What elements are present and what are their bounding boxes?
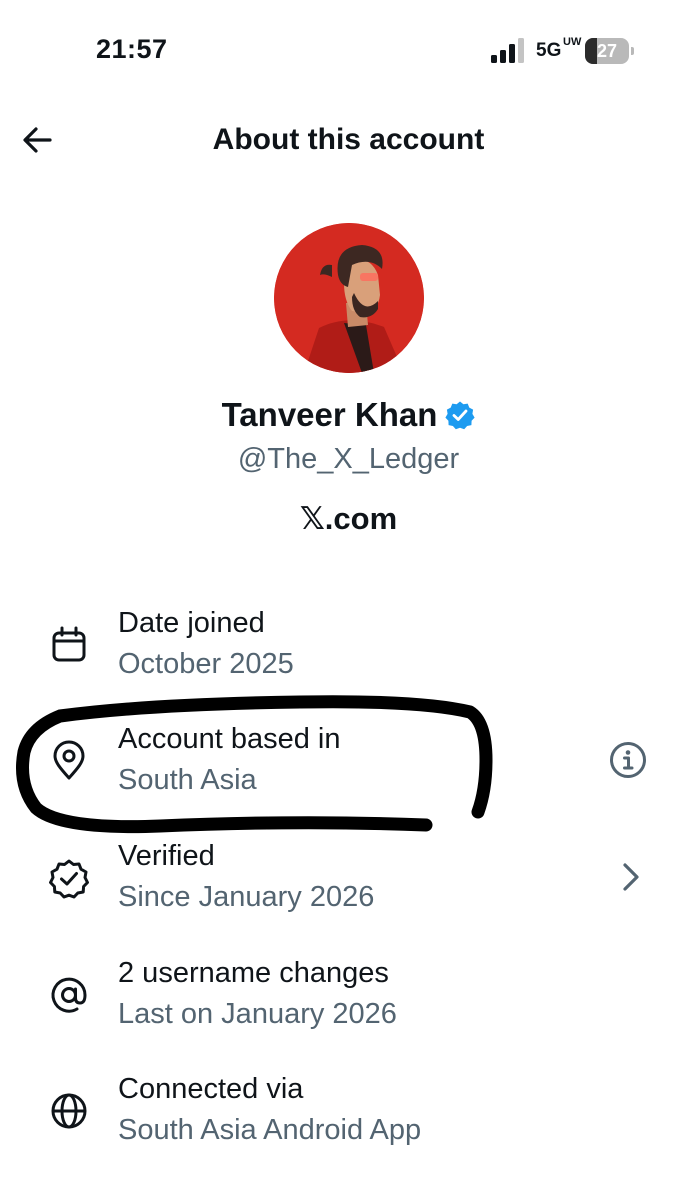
info-row-connected-via: Connected via South Asia Android App <box>0 1066 697 1166</box>
info-row-username-changes: 2 username changes Last on January 2026 <box>0 950 697 1050</box>
status-time: 21:57 <box>96 34 168 64</box>
info-row-value: October 2025 <box>118 648 294 680</box>
location-pin-icon <box>53 740 85 780</box>
info-row-title: Account based in <box>118 723 341 755</box>
info-row-value: South Asia <box>118 764 257 796</box>
status-bar: 21:57 5G UW 27 <box>0 0 697 100</box>
page-title: About this account <box>212 123 485 156</box>
calendar-icon <box>52 626 86 662</box>
profile-name-row: Tanveer Khan <box>0 393 697 437</box>
info-row-verified[interactable]: Verified Since January 2026 <box>0 833 697 933</box>
info-row-account-based-in: Account based in South Asia <box>0 716 697 816</box>
info-row-value: South Asia Android App <box>118 1114 422 1146</box>
battery-percentage: 27 <box>596 41 618 61</box>
info-icon[interactable] <box>608 740 648 780</box>
info-row-date-joined: Date joined October 2025 <box>0 600 697 700</box>
profile-site-label: 𝕏.com <box>299 501 398 536</box>
info-row-value: Last on January 2026 <box>118 998 397 1030</box>
signal-strength-icon <box>491 38 524 63</box>
verified-check-icon <box>49 859 89 899</box>
info-row-title: 2 username changes <box>118 957 389 989</box>
info-row-title: Connected via <box>118 1073 304 1105</box>
profile-handle: @The_X_Ledger <box>237 443 460 475</box>
info-row-value: Since January 2026 <box>118 881 375 913</box>
network-band-label: UW <box>563 36 582 48</box>
battery-icon: 27 <box>585 38 635 64</box>
globe-icon <box>51 1093 87 1129</box>
verified-badge-icon[interactable] <box>445 400 475 430</box>
info-row-title: Verified <box>118 840 215 872</box>
profile-name: Tanveer Khan <box>221 396 438 433</box>
avatar[interactable] <box>274 223 424 373</box>
at-sign-icon <box>51 977 87 1013</box>
info-row-title: Date joined <box>118 607 265 639</box>
chevron-right-icon[interactable] <box>612 857 652 897</box>
network-type-label: 5G <box>536 40 562 61</box>
